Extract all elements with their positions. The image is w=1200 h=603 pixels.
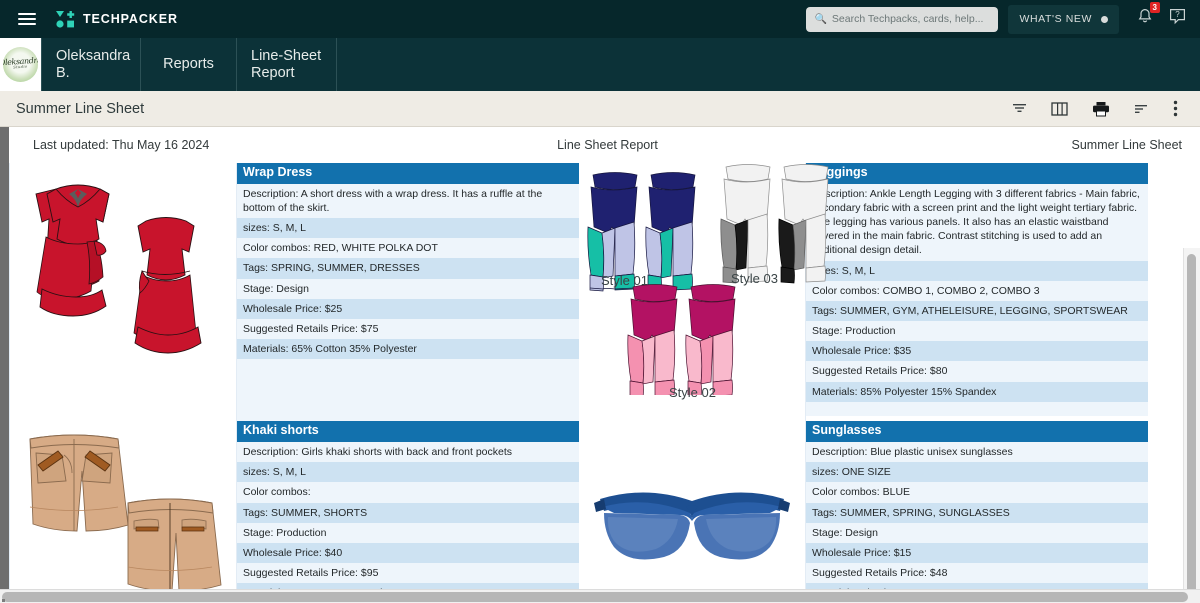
spec-row: Description: Ankle Length Legging with 3… [806, 183, 1148, 261]
spec-row: Description: Girls khaki shorts with bac… [237, 442, 579, 463]
khaki-shorts-card: Khaki shorts Description: Girls khaki sh… [237, 421, 579, 603]
top-bar: TECHPACKER 🔍 Search Techpacks, cards, he… [0, 0, 1200, 38]
spec-row: Suggested Retails Price: $80 [806, 361, 1148, 382]
filter-icon[interactable] [1012, 101, 1027, 116]
nav-empty-space [337, 38, 1193, 91]
spec-row: Wholesale Price: $40 [237, 542, 579, 564]
horizontal-scrollbar-thumb[interactable] [2, 592, 1188, 602]
spec-row: Wholesale Price: $35 [806, 341, 1148, 362]
avatar-script: Oleksandra Studio [3, 56, 38, 72]
spec-row: Wholesale Price: $15 [806, 542, 1148, 564]
left-gutter [0, 127, 9, 603]
spec-row: sizes: S, M, L [806, 260, 1148, 281]
khaki-shorts-image-cell [10, 421, 237, 603]
sort-icon[interactable] [1134, 101, 1149, 116]
spec-filler [806, 401, 1148, 416]
spec-row: Description: A short dress with a wrap d… [237, 183, 579, 219]
spec-row: Color combos: [237, 482, 579, 503]
svg-text:?: ? [1175, 10, 1180, 19]
nav-tab-account[interactable]: Oleksandra B. [41, 38, 141, 91]
wrap-dress-illustration [35, 184, 202, 354]
wrap-dress-card: Wrap Dress Description: A short dress wi… [237, 163, 579, 422]
spec-row: Stage: Production [237, 522, 579, 543]
card-title: Sunglasses [806, 421, 1148, 443]
spec-row: Stage: Design [237, 278, 579, 299]
notification-badge: 3 [1149, 2, 1160, 13]
horizontal-scrollbar-track[interactable] [0, 589, 1200, 603]
print-icon[interactable] [1092, 101, 1110, 117]
style-label-01: Style 01 [601, 273, 648, 288]
spec-row: Tags: SUMMER, SHORTS [237, 502, 579, 523]
page-title: Summer Line Sheet [16, 100, 145, 117]
report-area: Last updated: Thu May 16 2024 Line Sheet… [0, 127, 1200, 603]
nav-tab-reports[interactable]: Reports [141, 38, 237, 91]
scroll-corner [2, 599, 5, 602]
spec-row: Color combos: BLUE [806, 482, 1148, 503]
spec-row: Description: Blue plastic unisex sunglas… [806, 442, 1148, 463]
breadcrumb-nav: Oleksandra Studio Oleksandra B. Reports … [0, 38, 1200, 91]
nav-tab-line-sheet-report-label: Line-Sheet Report [251, 48, 322, 81]
sunglasses-card: Sunglasses Description: Blue plastic uni… [806, 421, 1148, 603]
columns-icon[interactable] [1051, 101, 1068, 117]
search-icon: 🔍 [814, 13, 827, 25]
spec-row: Wholesale Price: $25 [237, 298, 579, 319]
spec-row: Color combos: RED, WHITE POLKA DOT [237, 238, 579, 259]
help-icon: ? [1170, 9, 1185, 25]
brand[interactable]: TECHPACKER [56, 10, 178, 28]
card-title: Leggings [806, 163, 1148, 184]
spec-row: sizes: S, M, L [237, 218, 579, 239]
whats-new-button[interactable]: WHAT'S NEW [1008, 4, 1119, 34]
sunglasses-illustration [594, 492, 790, 560]
topbar-actions: 🔍 Search Techpacks, cards, help... WHAT'… [806, 2, 1186, 34]
more-options-icon[interactable] [1173, 100, 1178, 117]
wrap-dress-image-cell [10, 163, 237, 422]
spec-row: Stage: Design [806, 522, 1148, 543]
search-placeholder: Search Techpacks, cards, help... [831, 13, 984, 25]
spec-row: sizes: ONE SIZE [806, 462, 1148, 483]
spec-row: Suggested Retails Price: $75 [237, 318, 579, 340]
report-header: Last updated: Thu May 16 2024 Line Sheet… [9, 127, 1200, 163]
card-title: Khaki shorts [237, 421, 579, 443]
last-updated: Last updated: Thu May 16 2024 [33, 138, 210, 152]
sunglasses-image-cell [579, 421, 806, 603]
leggings-card: Style 03 Leggings Description: Ankle Len… [720, 163, 1148, 421]
techpacker-logo-icon [56, 10, 75, 28]
spec-row: Materials: 65% Cotton 35% Polyester [237, 339, 579, 360]
report-center-title: Line Sheet Report [557, 138, 658, 152]
notifications-button[interactable]: 3 [1137, 2, 1160, 30]
spec-row: sizes: S, M, L [237, 462, 579, 483]
spec-row: Suggested Retails Price: $95 [237, 563, 579, 584]
spec-row: Color combos: COMBO 1, COMBO 2, COMBO 3 [806, 280, 1148, 301]
brand-name: TECHPACKER [83, 12, 178, 26]
report-right-title: Summer Line Sheet [1071, 138, 1182, 152]
spec-row: Stage: Production [806, 321, 1148, 342]
spec-row: Tags: SUMMER, GYM, ATHELEISURE, LEGGING,… [806, 300, 1148, 322]
spec-filler [237, 359, 579, 422]
style-label-03: Style 03 [731, 271, 778, 286]
card-title: Wrap Dress [237, 163, 579, 184]
spec-row: Materials: 85% Polyester 15% Spandex [806, 381, 1148, 402]
vertical-scrollbar-track[interactable] [1183, 248, 1200, 603]
whats-new-dot [1101, 15, 1108, 23]
khaki-shorts-illustration [29, 434, 222, 592]
nav-tab-reports-label: Reports [163, 56, 214, 73]
spec-row: Suggested Retails Price: $48 [806, 563, 1148, 584]
spec-row: Tags: SPRING, SUMMER, DRESSES [237, 258, 579, 279]
toolbar [1012, 100, 1178, 117]
nav-tab-account-label: Oleksandra B. [56, 48, 131, 81]
sheet-title-bar: Summer Line Sheet [0, 91, 1200, 127]
style-label-02: Style 02 [669, 385, 716, 400]
nav-tab-line-sheet-report[interactable]: Line-Sheet Report [237, 38, 337, 91]
avatar-circle: Oleksandra Studio [3, 47, 38, 82]
vertical-scrollbar-thumb[interactable] [1187, 254, 1196, 603]
search-input[interactable]: 🔍 Search Techpacks, cards, help... [806, 6, 999, 32]
hamburger-icon[interactable] [18, 10, 36, 28]
line-sheet-grid: Wrap Dress Description: A short dress wi… [9, 163, 1200, 603]
report-canvas: Last updated: Thu May 16 2024 Line Sheet… [9, 127, 1200, 603]
help-button[interactable]: ? [1169, 8, 1186, 30]
avatar[interactable]: Oleksandra Studio [0, 38, 41, 91]
whats-new-label: WHAT'S NEW [1019, 13, 1092, 25]
spec-row: Tags: SUMMER, SPRING, SUNGLASSES [806, 502, 1148, 523]
